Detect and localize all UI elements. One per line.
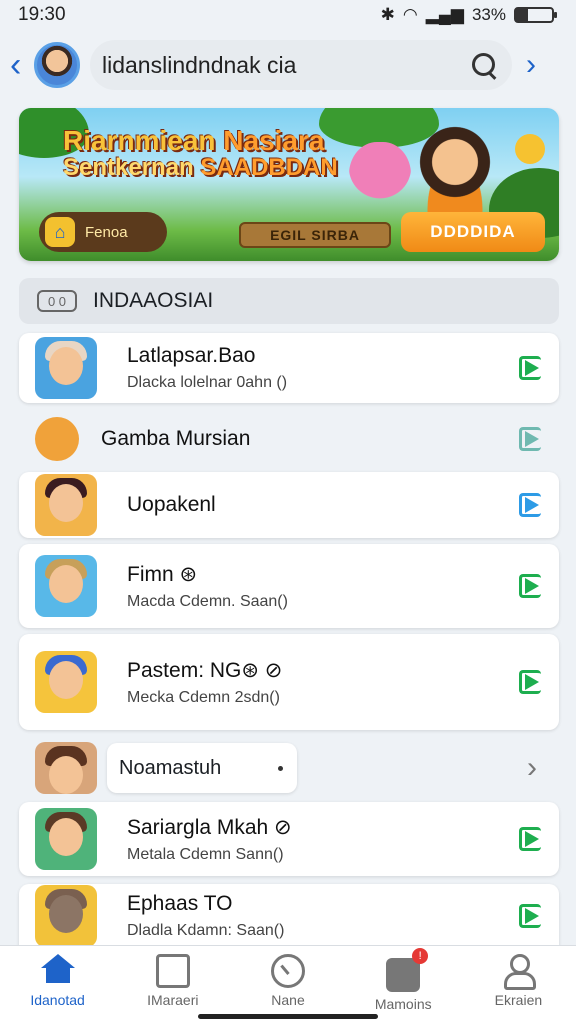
game-thumbnail [35, 651, 97, 713]
list-item[interactable]: Sariargla Mkah ⊘ Metala Cdemn Sann() [19, 802, 559, 876]
section-header: 0 0 INDAAOSIAI [19, 278, 559, 324]
signal-icon: ▂▄▆ [425, 5, 464, 24]
play-icon[interactable] [519, 427, 541, 451]
hero-character-image [407, 120, 503, 220]
tab-profile[interactable]: Ekraien [461, 946, 576, 1024]
item-title: Pastem: NG⊛ ⊘ [127, 658, 283, 682]
play-icon[interactable] [519, 670, 541, 694]
list-item[interactable]: Fimn ⊛ Macda Cdemn. Saan() [19, 544, 559, 628]
item-title: Sariargla Mkah ⊘ [127, 815, 292, 839]
item-title: Uopakenl [127, 493, 216, 516]
item-subtitle: Metala Cdemn Sann() [127, 845, 284, 863]
status-bar: 19:30 ✱ ◠ ▂▄▆ 33% [0, 0, 576, 30]
bottom-tab-bar: Idanotad IMaraeri Nane ! Mamoins Ekraien [0, 945, 576, 1024]
status-right: ✱ ◠ ▂▄▆ 33% [380, 5, 557, 25]
play-icon[interactable] [519, 574, 541, 598]
home-indicator [198, 1014, 378, 1019]
list-item[interactable]: Gamba Mursian [19, 410, 559, 468]
avatar[interactable] [34, 42, 80, 88]
section-title: INDAAOSIAI [93, 289, 214, 312]
header: ‹ lidanslindndnak cia › [0, 34, 576, 96]
game-thumbnail [35, 337, 97, 399]
section-icon: 0 0 [37, 290, 77, 312]
pet-character-image [349, 142, 411, 214]
play-icon[interactable] [519, 356, 541, 380]
game-thumbnail [35, 474, 97, 536]
dot-icon [278, 765, 283, 771]
game-thumbnail [35, 417, 79, 461]
bluetooth-icon: ✱ [380, 5, 395, 24]
game-thumbnail [35, 885, 97, 947]
play-icon[interactable] [519, 827, 541, 851]
list-item[interactable]: Latlapsar.Bao Dlacka lolelnar 0ahn () [19, 333, 559, 403]
list-item[interactable]: Uopakenl [19, 472, 559, 538]
chevron-left-icon[interactable]: ‹ [10, 48, 30, 82]
item-title: Fimn ⊛ [127, 562, 198, 586]
status-time: 19:30 [18, 4, 66, 25]
banner-plank-label: EGIL SIRBA [239, 222, 391, 248]
item-title: Noamastuh [119, 756, 222, 779]
search-input[interactable]: lidanslindndnak cia [102, 52, 470, 79]
chevron-right-icon[interactable]: › [526, 48, 536, 82]
game-thumbnail [35, 742, 97, 794]
person-icon [501, 954, 537, 990]
message-icon: ! [386, 948, 429, 992]
item-title: Latlapsar.Bao [127, 344, 256, 367]
item-title: Gamba Mursian [101, 427, 251, 450]
play-icon[interactable] [519, 493, 541, 517]
item-pill[interactable]: Noamastuh [107, 743, 297, 793]
home-icon [40, 954, 75, 988]
clock-icon [271, 954, 305, 988]
house-icon: ⌂ [45, 217, 75, 247]
tab-home[interactable]: Idanotad [0, 946, 115, 1024]
search-icon[interactable] [470, 51, 498, 79]
banner-play-button[interactable]: DDDDIDA [401, 212, 545, 252]
promo-banner[interactable]: Riarnmiean Nasiara Sentkernan SAADBDAN ⌂… [19, 108, 559, 261]
item-subtitle: Dlacka lolelnar 0ahn () [127, 374, 288, 391]
list-item[interactable]: Ephaas TO Dladla Kdamn: Saan() [19, 884, 559, 948]
item-subtitle: Macda Cdemn. Saan() [127, 592, 288, 610]
list-item[interactable]: Noamastuh › [19, 740, 559, 796]
chevron-right-icon[interactable]: › [527, 751, 537, 785]
game-thumbnail [35, 808, 97, 870]
item-subtitle: Dladla Kdamn: Saan() [127, 922, 285, 939]
item-title: Ephaas TO [127, 892, 233, 915]
game-thumbnail [35, 555, 97, 617]
list-item[interactable]: Pastem: NG⊛ ⊘ Mecka Cdemn 2sdn() [19, 634, 559, 730]
tab-messages[interactable]: ! Mamoins [346, 946, 461, 1024]
box-icon [155, 954, 190, 988]
battery-icon [514, 7, 557, 23]
search-bar[interactable]: lidanslindndnak cia [90, 40, 512, 90]
battery-percent: 33% [471, 5, 506, 24]
notification-badge: ! [412, 948, 429, 964]
tab-recent[interactable]: Nane [230, 946, 345, 1024]
tab-library[interactable]: IMaraeri [115, 946, 230, 1024]
banner-title: Riarnmiean Nasiara Sentkernan SAADBDAN [63, 125, 338, 182]
sun-icon [515, 134, 545, 164]
banner-left-button[interactable]: ⌂ Fenoa [39, 212, 167, 252]
item-subtitle: Mecka Cdemn 2sdn() [127, 688, 280, 706]
wifi-icon: ◠ [402, 5, 418, 24]
play-icon[interactable] [519, 904, 541, 928]
